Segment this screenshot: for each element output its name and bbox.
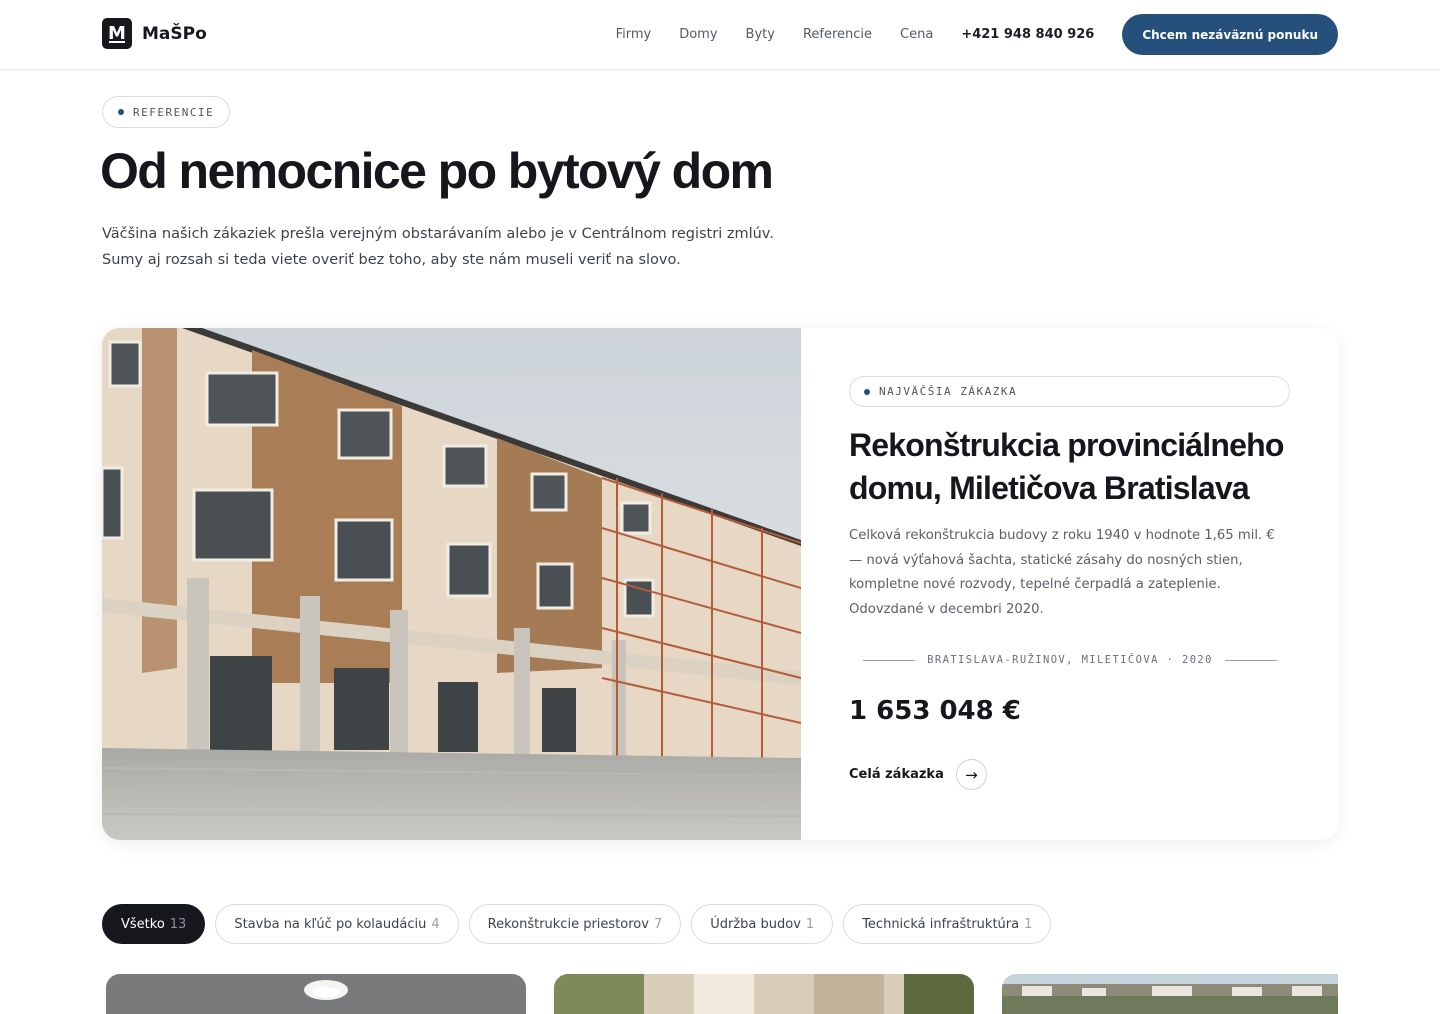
filter-label: Všetko	[121, 916, 165, 932]
phone-link[interactable]: +421 948 840 926	[961, 27, 1094, 42]
full-project-link[interactable]: Celá zákazka →	[849, 759, 987, 790]
section-tag-label: REFERENCIE	[133, 105, 215, 119]
featured-project-meta: BRATISLAVA-RUŽINOV, MILETIČOVA · 2020	[863, 654, 1278, 666]
main-nav: Firmy Domy Byty Referencie Cena +421 948…	[616, 14, 1338, 55]
project-card-photo[interactable]	[1002, 974, 1338, 1014]
category-filters: Všetko 13 Stavba na kľúč po kolaudáciu 4…	[102, 904, 1052, 944]
filter-label: Rekonštrukcie priestorov	[487, 916, 649, 932]
featured-project-details: NAJVÄČŠIA ZÁKAZKA Rekonštrukcia provinci…	[849, 328, 1291, 840]
project-card-photo[interactable]	[106, 974, 526, 1014]
featured-project-title: Rekonštrukcia provinciálneho domu, Milet…	[849, 427, 1284, 506]
project-location-year: BRATISLAVA-RUŽINOV, MILETIČOVA · 2020	[927, 654, 1213, 666]
featured-project-card: NAJVÄČŠIA ZÁKAZKA Rekonštrukcia provinci…	[102, 328, 1338, 840]
full-project-link-label: Celá zákazka	[849, 767, 944, 782]
section-tag: REFERENCIE	[102, 96, 231, 128]
filter-infrastructure[interactable]: Technická infraštruktúra 1	[843, 904, 1052, 944]
logo[interactable]: M MaŠPo	[102, 18, 207, 49]
filter-turnkey[interactable]: Stavba na kľúč po kolaudáciu 4	[215, 904, 459, 944]
featured-project-photo[interactable]	[102, 328, 801, 840]
filter-count: 1	[1024, 916, 1033, 932]
logo-mark-icon: M	[102, 18, 132, 49]
nav-byty[interactable]: Byty	[746, 27, 775, 42]
nav-cena[interactable]: Cena	[900, 27, 933, 42]
arrow-right-icon[interactable]: →	[955, 759, 987, 790]
hero-text-line-2: Sumy aj rozsah si teda viete overiť bez …	[102, 252, 681, 268]
offer-cta-button[interactable]: Chcem nezáväznú ponuku	[1122, 14, 1338, 55]
page-title: Od nemocnice po bytový dom	[100, 143, 774, 199]
nav-referencie[interactable]: Referencie	[803, 27, 872, 42]
nav-firmy[interactable]: Firmy	[616, 27, 652, 42]
filter-all[interactable]: Všetko 13	[102, 904, 206, 944]
nav-domy[interactable]: Domy	[679, 27, 717, 42]
divider	[1224, 659, 1278, 661]
filter-count: 4	[431, 916, 440, 932]
hero-text-line-1: Väčšina našich zákaziek prešla verejným …	[102, 226, 774, 242]
filter-renovations[interactable]: Rekonštrukcie priestorov 7	[468, 904, 682, 944]
site-header: M MaŠPo Firmy Domy Byty Referencie Cena …	[0, 0, 1440, 70]
filter-label: Údržba budov	[710, 916, 801, 932]
filter-count: 1	[805, 916, 815, 932]
filter-count: 7	[653, 916, 663, 932]
filter-count: 13	[169, 916, 187, 932]
filter-label: Technická infraštruktúra	[862, 916, 1020, 932]
dot-icon	[864, 388, 870, 395]
featured-project-description: Celková rekonštrukcia budovy z roku 1940…	[849, 528, 1275, 617]
project-price: 1 653 048 €	[849, 696, 1021, 726]
hero-description: Väčšina našich zákaziek prešla verejným …	[102, 221, 802, 273]
filter-label: Stavba na kľúč po kolaudáciu	[234, 916, 427, 932]
featured-tag: NAJVÄČŠIA ZÁKAZKA	[849, 376, 1290, 407]
dot-icon	[118, 109, 124, 115]
project-card-photo[interactable]	[554, 974, 974, 1014]
logo-text: MaŠPo	[142, 23, 207, 44]
divider	[863, 659, 916, 661]
featured-tag-label: NAJVÄČŠIA ZÁKAZKA	[879, 385, 1018, 398]
filter-maintenance[interactable]: Údržba budov 1	[691, 904, 834, 944]
